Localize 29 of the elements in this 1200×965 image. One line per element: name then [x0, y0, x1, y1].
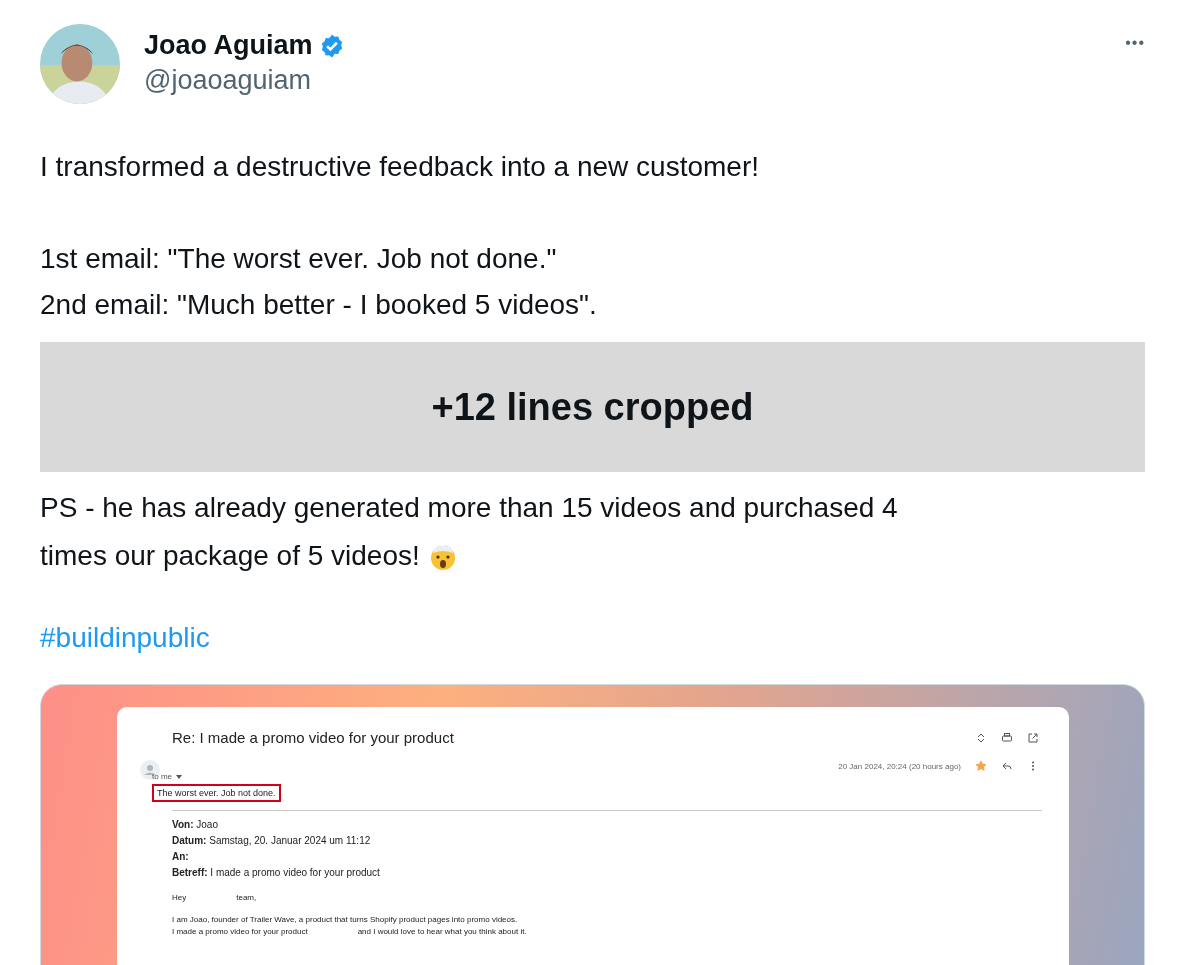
- sender-avatar-icon: [140, 760, 160, 780]
- email-header-field: Betreff: I made a promo video for your product: [172, 865, 1042, 881]
- open-external-icon[interactable]: [1027, 731, 1039, 744]
- email-text: and I would love to hear what you think about it.: [357, 926, 527, 938]
- tweet-text: 2nd email: "Much better - I booked 5 videos".: [40, 288, 598, 322]
- recipient-label[interactable]: to me: [152, 772, 172, 781]
- email-text: team,: [236, 893, 257, 902]
- email-subject: Re: I made a promo video for your product: [172, 729, 455, 746]
- tweet-text: PS - he has already generated more than 15 videos and purchased 4: [40, 491, 898, 525]
- email-text: I made a promo video for your product: [172, 926, 308, 938]
- email-date: 20 Jan 2024, 20:24 (20 hours ago): [838, 761, 961, 771]
- reply-icon[interactable]: [1001, 760, 1013, 772]
- tweet-text: times our package of 5 videos!: [40, 539, 420, 573]
- cropped-banner: +12 lines cropped: [40, 342, 1145, 472]
- email-text: I am Joao, founder of Trailer Wave, a product that turns Shopify product pages into promo videos.: [172, 914, 518, 926]
- email-text: Hey: [172, 893, 187, 902]
- tweet-text: I transformed a destructive feedback into a new customer!: [40, 150, 761, 184]
- author-handle[interactable]: @joaoaguiam: [144, 65, 1102, 96]
- expand-icon[interactable]: [975, 731, 987, 744]
- dropdown-caret-icon[interactable]: [176, 774, 182, 779]
- highlighted-quote: The worst ever. Job not done.: [152, 784, 281, 802]
- email-header-field: An:: [172, 849, 1042, 865]
- email-header-field: Von: Joao: [172, 817, 1042, 833]
- star-icon[interactable]: [975, 760, 987, 772]
- more-button[interactable]: •••: [1125, 24, 1145, 54]
- author-name[interactable]: Joao Aguiam: [144, 30, 313, 61]
- email-header-field: Datum: Samstag, 20. Januar 2024 um 11:12: [172, 833, 1042, 849]
- tweet-text: 1st email: "The worst ever. Job not done.": [40, 242, 558, 276]
- print-icon[interactable]: [1001, 731, 1013, 744]
